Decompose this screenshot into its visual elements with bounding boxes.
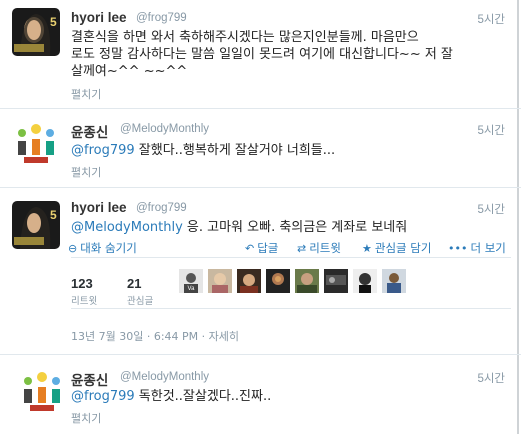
avatar-thumb[interactable]	[382, 269, 406, 293]
more-dots-icon: •••	[448, 242, 468, 255]
hide-conversation-label: 대화 숨기기	[80, 241, 137, 255]
tweet-text: @frog799 잘했다..행복하게 잘살거야 너희들...	[71, 142, 335, 159]
author-name[interactable]: hyori lee	[71, 10, 127, 25]
svg-text:5: 5	[50, 15, 57, 29]
avatar-thumb[interactable]	[208, 269, 232, 293]
mention-link[interactable]: @frog799	[71, 389, 135, 404]
tweet-4[interactable]: 윤종신 @MelodyMonthly 5시간 @frog799 독한것..잘살겠…	[0, 355, 519, 434]
tweet-1[interactable]: 5 hyori lee @frog799 5시간 결혼식을 하면 와서 축하해주…	[0, 0, 519, 109]
retweet-label: 리트윗	[309, 241, 341, 255]
star-icon: ★	[362, 242, 372, 255]
avatar-thumb[interactable]: Va	[179, 269, 203, 293]
author-name[interactable]: 윤종신	[71, 369, 108, 389]
tweet-text-line: 살께여~^^ ~~^^	[71, 64, 188, 79]
tweet-stats: 123 리트윗 21 관심글 Va	[71, 257, 511, 309]
avatar-thumb[interactable]	[353, 269, 377, 293]
tweet-2[interactable]: 윤종신 @MelodyMonthly 5시간 @frog799 잘했다..행복하…	[0, 109, 519, 187]
retweet-button[interactable]: ⇄ 리트윗	[297, 240, 341, 256]
avatar-thumb[interactable]	[266, 269, 290, 293]
tweet-time[interactable]: 5시간	[477, 122, 505, 138]
author-name[interactable]: 윤종신	[71, 121, 108, 141]
reply-button[interactable]: ↶ 답글	[245, 240, 278, 256]
svg-text:Va: Va	[188, 286, 196, 292]
tweet-text: @MelodyMonthly 응. 고마워 오빠. 축의금은 계좌로 보네줘	[71, 219, 407, 236]
mention-link[interactable]: @frog799	[71, 143, 135, 158]
expand-link[interactable]: 펼치기	[71, 410, 101, 426]
author-handle[interactable]: @frog799	[136, 12, 187, 24]
retweet-icon: ⇄	[297, 242, 307, 255]
avatar-yoon[interactable]	[18, 367, 66, 415]
avatar-thumb[interactable]	[237, 269, 261, 293]
avatar-yoon[interactable]	[12, 119, 60, 167]
favorite-count-label[interactable]: 관심글	[127, 293, 153, 307]
tweet-text: @frog799 독한것..잘살겠다..진짜..	[71, 388, 271, 405]
tweet-time[interactable]: 5시간	[477, 11, 505, 27]
expand-link[interactable]: 펼치기	[71, 164, 101, 180]
tweet-text-body: 독한것..잘살겠다..진짜..	[134, 389, 272, 404]
author-handle[interactable]: @MelodyMonthly	[120, 123, 209, 135]
tweet-text: 결혼식을 하면 와서 축하해주시겠다는 많은지인분들께. 마음만으 로도 정말 …	[71, 29, 511, 80]
tweet-time[interactable]: 5시간	[477, 370, 505, 386]
retweet-count[interactable]: 123	[71, 276, 93, 291]
tweet-3-expanded[interactable]: 5 hyori lee @frog799 5시간 @MelodyMonthly …	[0, 188, 519, 354]
favorite-count[interactable]: 21	[127, 276, 141, 291]
retweet-count-label[interactable]: 리트윗	[71, 293, 97, 307]
expand-link[interactable]: 펼치기	[71, 86, 101, 102]
avatar-thumb[interactable]	[324, 269, 348, 293]
favoriter-avatars: Va	[179, 269, 489, 295]
svg-text:5: 5	[50, 208, 57, 222]
more-button[interactable]: ••• 더 보기	[448, 240, 506, 256]
arrow-down-circle-icon: ⊖	[68, 242, 78, 255]
reply-label: 답글	[257, 241, 279, 255]
tweet-timestamp[interactable]: 13년 7월 30일 · 6:44 PM · 자세히	[71, 328, 239, 344]
avatar-hyori[interactable]: 5	[12, 201, 60, 249]
author-name[interactable]: hyori lee	[71, 200, 127, 215]
tweet-text-body: 잘했다..행복하게 잘살거야 너희들...	[134, 143, 336, 158]
avatar-thumb[interactable]	[295, 269, 319, 293]
mention-link[interactable]: @MelodyMonthly	[71, 220, 183, 235]
avatar-hyori[interactable]: 5	[12, 8, 60, 56]
tweet-text-line: 로도 정말 감사하다는 말씀 일일이 못드려 여기에 대신합니다~~ 저 잘	[71, 47, 453, 62]
favorite-button[interactable]: ★ 관심글 담기	[362, 240, 431, 256]
more-label: 더 보기	[470, 241, 506, 255]
tweet-text-body: 응. 고마워 오빠. 축의금은 계좌로 보네줘	[182, 220, 408, 235]
tweet-time[interactable]: 5시간	[477, 201, 505, 217]
author-handle[interactable]: @frog799	[136, 202, 187, 214]
author-handle[interactable]: @MelodyMonthly	[120, 371, 209, 383]
reply-icon: ↶	[245, 242, 255, 255]
favorite-label: 관심글 담기	[374, 241, 432, 255]
tweet-text-line: 결혼식을 하면 와서 축하해주시겠다는 많은지인분들께. 마음만으	[71, 30, 419, 45]
hide-conversation-link[interactable]: ⊖ 대화 숨기기	[68, 240, 137, 256]
